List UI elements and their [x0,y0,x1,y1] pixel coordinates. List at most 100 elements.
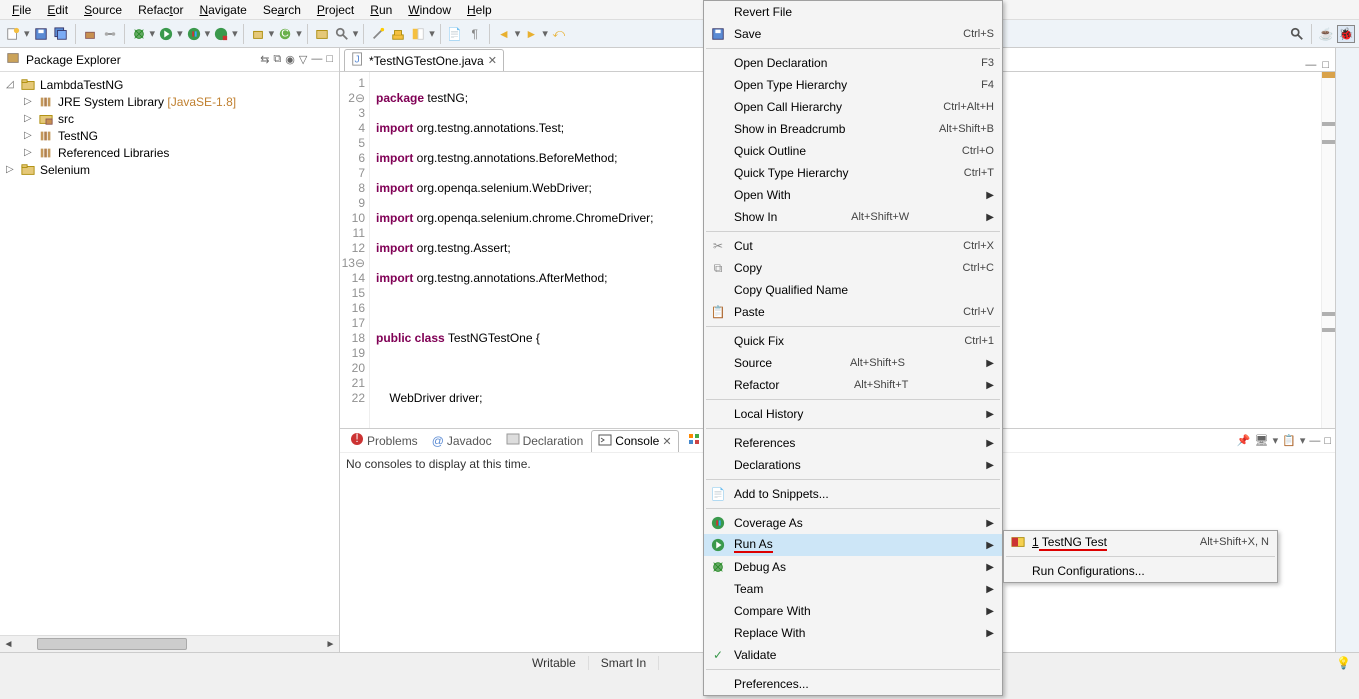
minimize-icon[interactable]: — [311,53,322,66]
ctx-show-breadcrumb[interactable]: Show in BreadcrumbAlt+Shift+B [704,118,1002,140]
debug-icon [710,559,726,575]
tree-project[interactable]: ◿ LambdaTestNG [6,76,339,93]
ctx-validate[interactable]: ✓Validate [704,644,1002,666]
nav-fwd-icon[interactable]: ► [522,25,540,43]
ctx-open-with[interactable]: Open With▶ [704,184,1002,206]
new-package-icon[interactable] [249,25,267,43]
nav-back-icon[interactable]: ◄ [495,25,513,43]
editor-maximize-icon[interactable]: □ [1322,59,1329,71]
tree-ref-lib[interactable]: ▷ Referenced Libraries [6,144,339,161]
open-console-icon[interactable]: 📋 [1282,434,1296,447]
ctx-revert-file[interactable]: Revert File [704,1,1002,23]
quick-access-search-icon[interactable] [1288,25,1306,43]
ctx-quick-type-hierarchy[interactable]: Quick Type HierarchyCtrl+T [704,162,1002,184]
ext-tools-icon[interactable] [212,25,230,43]
save-all-icon[interactable] [52,25,70,43]
search-icon[interactable] [333,25,351,43]
editor-tab[interactable]: J *TestNGTestOne.java ✕ [344,49,504,71]
tree-jre[interactable]: ▷ JRE System Library [JavaSE-1.8] [6,93,339,110]
last-edit-icon[interactable]: ⤺ [550,25,568,43]
link-icon[interactable] [101,25,119,43]
menu-source[interactable]: Source [76,1,130,19]
ctx-copy[interactable]: ⧉CopyCtrl+C [704,257,1002,279]
para-icon[interactable]: ¶ [466,25,484,43]
tip-icon[interactable]: 💡 [1328,656,1359,670]
ctx-debug-as[interactable]: Debug As▶ [704,556,1002,578]
console-max-icon[interactable]: □ [1324,435,1331,447]
ctx-add-snippets[interactable]: 📄Add to Snippets... [704,483,1002,505]
link-editor-icon[interactable]: ⧉ [273,53,281,66]
view-menu-icon[interactable]: ▽ [299,53,307,66]
tab-declaration[interactable]: Declaration [500,430,590,451]
menu-navigate[interactable]: Navigate [191,1,254,19]
ctx-compare-with[interactable]: Compare With▶ [704,600,1002,622]
ctx-preferences[interactable]: Preferences... [704,673,1002,695]
ctx-coverage-as[interactable]: Coverage As▶ [704,512,1002,534]
package-tree[interactable]: ◿ LambdaTestNG ▷ JRE System Library [Jav… [0,72,339,635]
build-icon[interactable] [81,25,99,43]
menu-file[interactable]: File [4,1,39,19]
editor-minimize-icon[interactable]: — [1305,59,1316,71]
menu-refactor[interactable]: Refactor [130,1,191,19]
ctx-team[interactable]: Team▶ [704,578,1002,600]
wand-icon[interactable] [369,25,387,43]
sub-run-configurations[interactable]: Run Configurations... [1004,560,1277,582]
ctx-cut[interactable]: ✂CutCtrl+X [704,235,1002,257]
menu-project[interactable]: Project [309,1,362,19]
coverage-icon[interactable] [185,25,203,43]
ctx-show-in[interactable]: Show InAlt+Shift+W ▶ [704,206,1002,228]
maximize-icon[interactable]: □ [326,53,333,66]
toggle-icon[interactable] [409,25,427,43]
brush-icon[interactable] [389,25,407,43]
ctx-references[interactable]: References▶ [704,432,1002,454]
close-tab-icon[interactable]: ✕ [488,54,497,67]
right-trim-strip[interactable] [1335,48,1359,652]
new-class-icon[interactable]: C [276,25,294,43]
menu-help[interactable]: Help [459,1,500,19]
console-min-icon[interactable]: — [1309,435,1320,447]
sub-testng-test[interactable]: 1 TestNG Test Alt+Shift+X, N [1004,531,1277,553]
menu-run[interactable]: Run [362,1,400,19]
ctx-save[interactable]: SaveCtrl+S [704,23,1002,45]
ctx-source[interactable]: SourceAlt+Shift+S ▶ [704,352,1002,374]
ctx-open-declaration[interactable]: Open DeclarationF3 [704,52,1002,74]
run-icon [710,537,726,553]
tab-console[interactable]: Console ✕ [591,430,678,452]
pin-console-icon[interactable]: 📌 [1237,434,1251,447]
ctx-open-call-hierarchy[interactable]: Open Call HierarchyCtrl+Alt+H [704,96,1002,118]
tab-problems[interactable]: !Problems [344,430,424,451]
focus-icon[interactable]: ◉ [285,53,295,66]
menu-search[interactable]: Search [255,1,309,19]
tab-javadoc[interactable]: @Javadoc [426,432,498,450]
ctx-refactor[interactable]: RefactorAlt+Shift+T ▶ [704,374,1002,396]
ctx-quick-outline[interactable]: Quick OutlineCtrl+O [704,140,1002,162]
tree-selenium[interactable]: ▷ Selenium [6,161,339,178]
overview-ruler[interactable] [1321,72,1335,428]
new-icon[interactable] [4,25,22,43]
ctx-quick-fix[interactable]: Quick FixCtrl+1 [704,330,1002,352]
run-as-submenu[interactable]: 1 TestNG Test Alt+Shift+X, N Run Configu… [1003,530,1278,583]
ctx-open-type-hierarchy[interactable]: Open Type HierarchyF4 [704,74,1002,96]
save-icon[interactable] [32,25,50,43]
collapse-all-icon[interactable]: ⇆ [260,53,269,66]
tree-src[interactable]: ▷ src [6,110,339,127]
ctx-run-as[interactable]: Run As▶ [704,534,1002,556]
debug-icon[interactable] [130,25,148,43]
menu-edit[interactable]: Edit [39,1,76,19]
status-writable: Writable [520,656,589,670]
ctx-copy-qualified[interactable]: Copy Qualified Name [704,279,1002,301]
display-console-icon[interactable]: 🖥 [1255,434,1269,447]
run-icon[interactable] [157,25,175,43]
horizontal-scrollbar[interactable]: ◄► [0,635,339,652]
perspective-debug-icon[interactable]: 🐞 [1337,25,1355,43]
ctx-replace-with[interactable]: Replace With▶ [704,622,1002,644]
ctx-local-history[interactable]: Local History▶ [704,403,1002,425]
context-menu[interactable]: Revert File SaveCtrl+S Open DeclarationF… [703,0,1003,696]
perspective-java-icon[interactable]: ☕ [1317,25,1335,43]
ctx-declarations[interactable]: Declarations▶ [704,454,1002,476]
menu-window[interactable]: Window [400,1,459,19]
text-tool-icon[interactable]: 📄 [446,25,464,43]
tree-testng-lib[interactable]: ▷ TestNG [6,127,339,144]
open-type-icon[interactable] [313,25,331,43]
ctx-paste[interactable]: 📋PasteCtrl+V [704,301,1002,323]
